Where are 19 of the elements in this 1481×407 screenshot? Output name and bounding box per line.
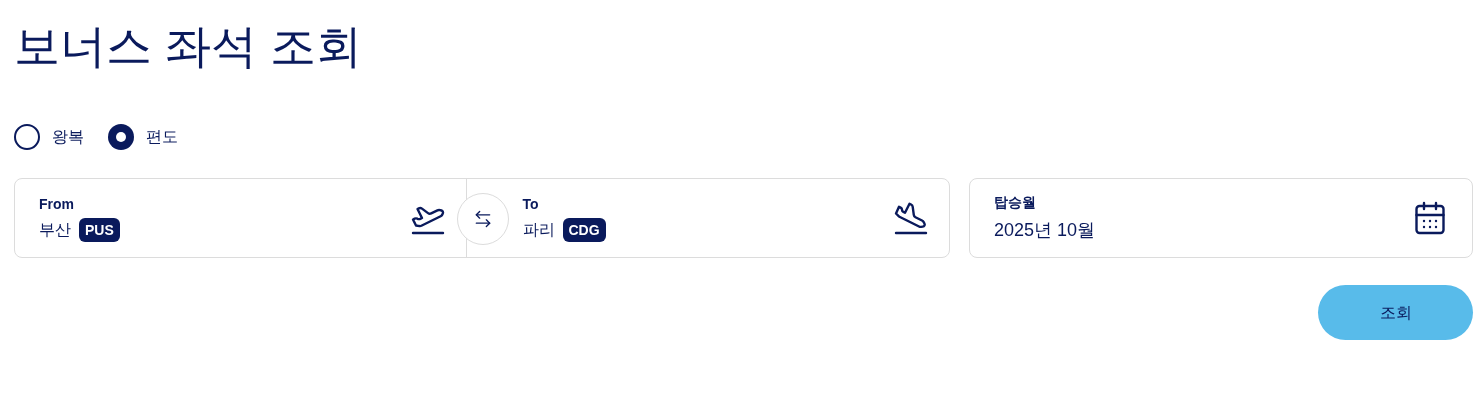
plane-landing-icon xyxy=(893,200,929,236)
search-button[interactable]: 조회 xyxy=(1318,285,1473,340)
date-value: 2025년 10월 xyxy=(994,219,1096,242)
swap-button[interactable] xyxy=(457,193,509,245)
date-field[interactable]: 탑승월 2025년 10월 xyxy=(969,178,1473,258)
radio-label[interactable]: 편도 xyxy=(146,125,178,149)
airport-code: PUS xyxy=(79,218,120,242)
field-label: 탑승월 xyxy=(994,193,1037,212)
page-title: 보너스 좌석 조회 xyxy=(14,19,363,74)
swap-icon xyxy=(473,209,493,229)
field-label: From xyxy=(39,195,75,214)
field-label: To xyxy=(522,195,540,214)
airport-code: CDG xyxy=(562,218,606,242)
radio-button[interactable] xyxy=(14,124,40,150)
calendar-icon xyxy=(1412,200,1448,236)
radio-label[interactable]: 왕복 xyxy=(52,125,84,149)
city-name: 부산 xyxy=(39,220,71,240)
city-name: 파리 xyxy=(522,220,555,240)
radio-button[interactable] xyxy=(108,124,134,150)
